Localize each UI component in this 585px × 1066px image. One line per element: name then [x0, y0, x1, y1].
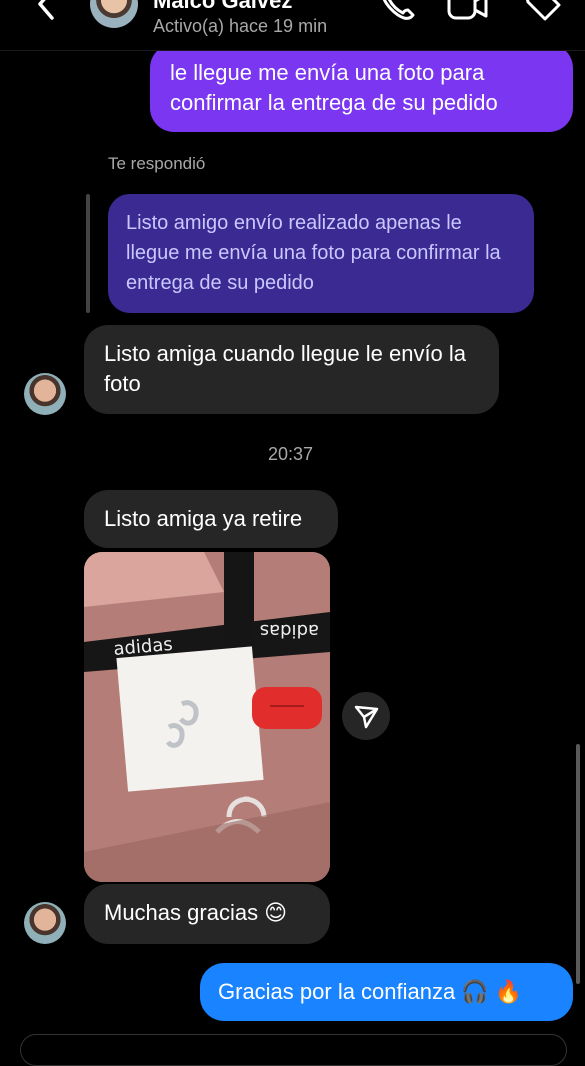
sent-message-bubble[interactable]: Gracias por la confianza 🎧 🔥: [200, 963, 573, 1021]
received-message-bubble[interactable]: Listo amiga ya retire: [84, 490, 338, 548]
contact-name[interactable]: Maico Galvez: [153, 0, 292, 14]
message-text: le llegue me envía una foto para confirm…: [170, 60, 498, 115]
timestamp: 20:37: [268, 444, 314, 464]
share-button[interactable]: [342, 692, 390, 740]
back-icon[interactable]: [30, 0, 64, 28]
tag-icon[interactable]: [520, 0, 564, 28]
message-text: Gracias por la confianza 🎧 🔥: [218, 979, 523, 1004]
shared-photo[interactable]: adidas adidas: [84, 552, 330, 882]
scrollbar[interactable]: [576, 744, 580, 984]
reply-preview-bubble[interactable]: Listo amigo envío realizado apenas le ll…: [108, 194, 534, 313]
message-text: Listo amiga cuando llegue le envío la fo…: [104, 341, 467, 396]
paper-plane-icon: [354, 705, 379, 729]
message-text: Muchas gracias 😊: [104, 900, 288, 925]
reply-label: Te respondió: [108, 154, 206, 173]
reply-preview-text: Listo amigo envío realizado apenas le ll…: [126, 212, 501, 294]
message-composer[interactable]: [20, 1034, 567, 1066]
avatar[interactable]: [90, 0, 138, 28]
sent-message-bubble[interactable]: le llegue me envía una foto para confirm…: [150, 44, 573, 132]
avatar[interactable]: [24, 373, 66, 415]
phone-icon[interactable]: [375, 0, 419, 28]
avatar[interactable]: [24, 902, 66, 944]
contact-status: Activo(a) hace 19 min: [153, 16, 328, 36]
message-text: Listo amiga ya retire: [104, 506, 303, 531]
chat-header: Maico Galvez Activo(a) hace 19 min: [0, 0, 585, 51]
received-message-bubble[interactable]: Listo amiga cuando llegue le envío la fo…: [84, 325, 499, 414]
photo-image: adidas adidas: [84, 552, 330, 882]
brand-text: adidas: [260, 620, 319, 641]
video-camera-icon[interactable]: [446, 0, 490, 28]
reply-indicator: [86, 194, 90, 313]
received-message-bubble[interactable]: Muchas gracias 😊: [84, 884, 330, 944]
